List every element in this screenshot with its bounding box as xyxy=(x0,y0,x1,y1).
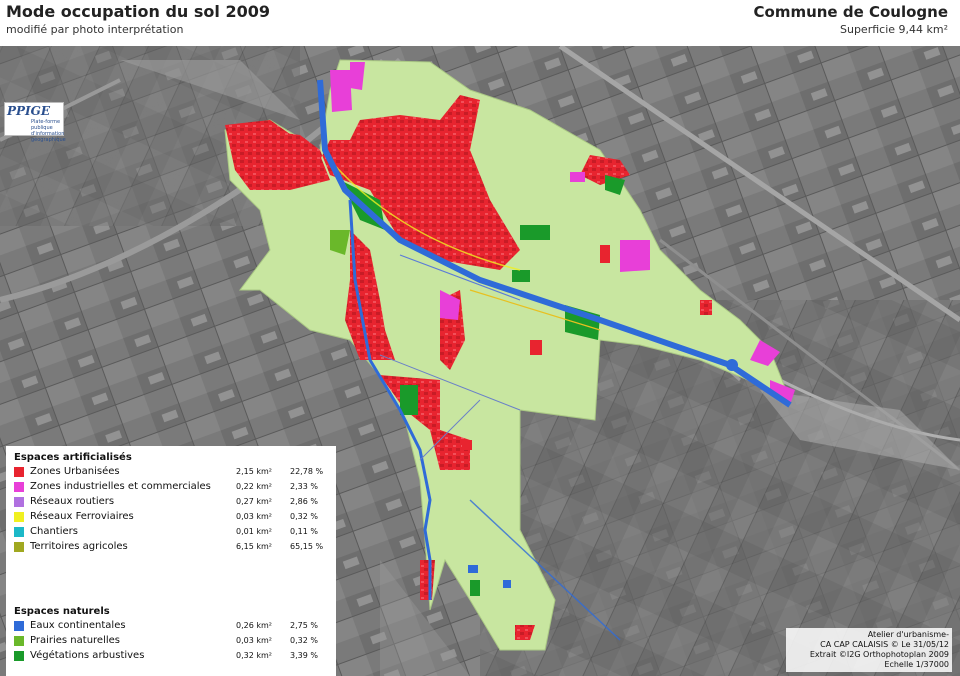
legend-area: 2,15 km² xyxy=(236,467,272,476)
legend-area: 0,01 km² xyxy=(236,527,272,536)
credits-line: Atelier d'urbanisme- xyxy=(867,630,949,639)
legend-area: 0,22 km² xyxy=(236,482,272,491)
legend-swatch xyxy=(14,636,24,646)
legend-label: Végétations arbustives xyxy=(30,650,145,661)
legend-label: Eaux continentales xyxy=(30,620,126,631)
legend-percent: 0,32 % xyxy=(290,512,318,521)
legend-label: Zones industrielles et commerciales xyxy=(30,481,211,492)
credits-line: Extrait ©I2G Orthophotoplan 2009 xyxy=(809,650,949,659)
legend-area: 0,03 km² xyxy=(236,636,272,645)
legend-area: 0,26 km² xyxy=(236,621,272,630)
legend-percent: 0,11 % xyxy=(290,527,318,536)
legend-label: Réseaux Ferroviaires xyxy=(30,511,134,522)
legend-percent: 2,33 % xyxy=(290,482,318,491)
legend-area: 0,27 km² xyxy=(236,497,272,506)
legend-natural-title: Espaces naturels xyxy=(14,606,110,617)
logo-text: PPIGE xyxy=(7,104,51,118)
legend-row: Végétations arbustives 0,32 km² 3,39 % xyxy=(14,650,334,664)
legend-row: Zones Urbanisées 2,15 km² 22,78 % xyxy=(14,466,334,480)
legend: Espaces artificialisés Zones Urbanisées 2… xyxy=(6,446,336,676)
legend-percent: 2,86 % xyxy=(290,497,318,506)
legend-label: Chantiers xyxy=(30,526,78,537)
legend-swatch xyxy=(14,512,24,522)
legend-percent: 22,78 % xyxy=(290,467,324,476)
map-header: Mode occupation du sol 2009 modifié par … xyxy=(0,0,960,46)
legend-swatch xyxy=(14,621,24,631)
legend-percent: 2,75 % xyxy=(290,621,318,630)
legend-swatch xyxy=(14,651,24,661)
legend-row: Zones industrielles et commerciales 0,22 … xyxy=(14,481,334,495)
legend-percent: 0,32 % xyxy=(290,636,318,645)
legend-swatch xyxy=(14,482,24,492)
ppige-logo: PPIGE Plate-forme publique d'information… xyxy=(4,102,66,143)
legend-percent: 65,15 % xyxy=(290,542,324,551)
map-subtitle: modifié par photo interprétation xyxy=(6,23,184,36)
commune-name: Commune de Coulogne xyxy=(753,3,949,21)
legend-row: Territoires agricoles 6,15 km² 65,15 % xyxy=(14,541,334,555)
legend-row: Prairies naturelles 0,03 km² 0,32 % xyxy=(14,635,334,649)
legend-percent: 3,39 % xyxy=(290,651,318,660)
legend-swatch xyxy=(14,542,24,552)
credits-line: Echelle 1/37000 xyxy=(884,660,949,669)
legend-swatch xyxy=(14,527,24,537)
legend-row: Eaux continentales 0,26 km² 2,75 % xyxy=(14,620,334,634)
legend-row: Réseaux Ferroviaires 0,03 km² 0,32 % xyxy=(14,511,334,525)
legend-artificial-title: Espaces artificialisés xyxy=(14,452,132,463)
legend-label: Territoires agricoles xyxy=(30,541,128,552)
legend-area: 6,15 km² xyxy=(236,542,272,551)
legend-row: Réseaux routiers 0,27 km² 2,86 % xyxy=(14,496,334,510)
commune-surface: Superficie 9,44 km² xyxy=(839,23,948,36)
industrial-zone xyxy=(330,70,352,112)
shrub-vegetation xyxy=(520,225,550,240)
legend-row: Chantiers 0,01 km² 0,11 % xyxy=(14,526,334,540)
legend-label: Réseaux routiers xyxy=(30,496,115,507)
credits-line: CA CAP CALAISIS © Le 31/05/12 xyxy=(820,640,949,649)
legend-swatch xyxy=(14,467,24,477)
credits: Atelier d'urbanisme- CA CAP CALAISIS © L… xyxy=(786,628,952,672)
logo-caption: Plate-forme publique d'information géogr… xyxy=(31,119,66,143)
legend-label: Zones Urbanisées xyxy=(30,466,120,477)
legend-swatch xyxy=(14,497,24,507)
legend-label: Prairies naturelles xyxy=(30,635,120,646)
legend-area: 0,32 km² xyxy=(236,651,272,660)
legend-area: 0,03 km² xyxy=(236,512,272,521)
map-title: Mode occupation du sol 2009 xyxy=(6,2,270,21)
